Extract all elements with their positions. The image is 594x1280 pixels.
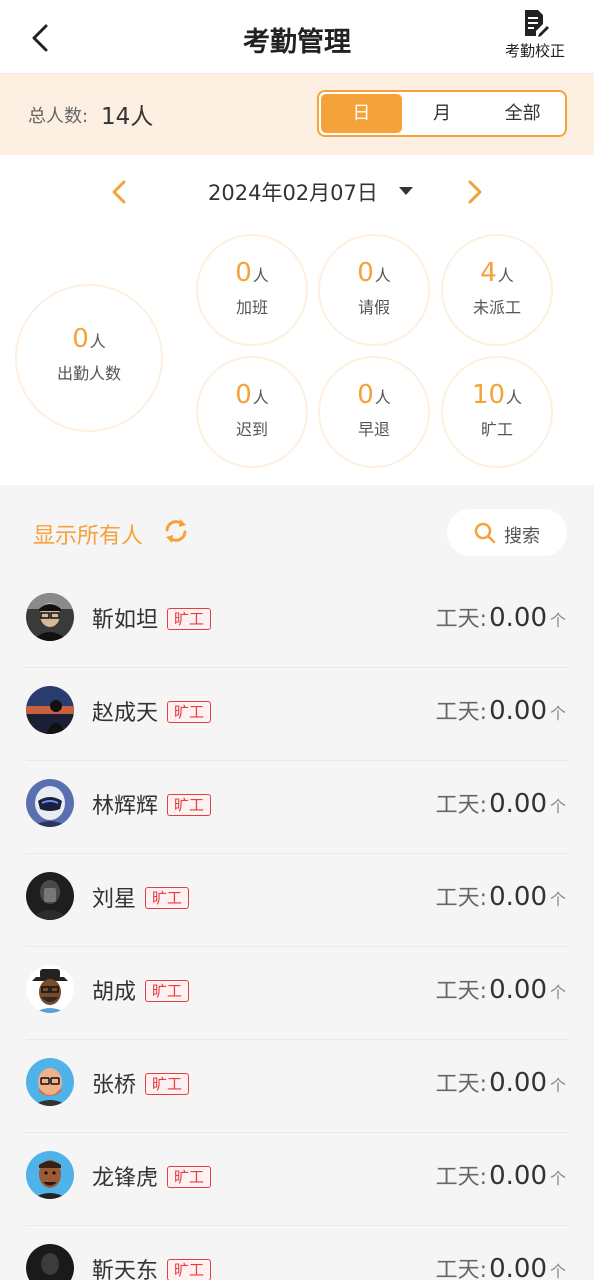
avatar bbox=[26, 1244, 74, 1280]
worker-name: 林辉辉 旷工 bbox=[92, 788, 212, 820]
stat-unassigned[interactable]: 4人 未派工 bbox=[441, 234, 553, 346]
stat-unit: 人 bbox=[252, 388, 269, 407]
worker-name: 靳如坦 旷工 bbox=[92, 602, 212, 634]
avatar bbox=[26, 593, 74, 641]
show-all-toggle[interactable]: 显示所有人 bbox=[33, 518, 143, 550]
list-item[interactable]: 张桥 旷工 工天:0.00 个 bbox=[0, 1040, 594, 1133]
stat-unit: 人 bbox=[252, 266, 269, 285]
stat-label: 旷工 bbox=[480, 420, 513, 439]
worker-name: 龙锋虎 旷工 bbox=[92, 1160, 212, 1192]
worker-name: 赵成天 旷工 bbox=[92, 695, 212, 727]
list-item[interactable]: 靳如坦 旷工 工天:0.00 个 bbox=[0, 575, 594, 668]
work-days: 工天:0.00 个 bbox=[435, 1161, 566, 1191]
work-days: 工天:0.00 个 bbox=[435, 789, 566, 819]
avatar bbox=[26, 1151, 74, 1199]
avatar bbox=[26, 686, 74, 734]
worker-name: 刘星 旷工 bbox=[92, 881, 190, 913]
stat-early-leave[interactable]: 0人 早退 bbox=[318, 356, 430, 468]
list-item[interactable]: 赵成天 旷工 工天:0.00 个 bbox=[0, 668, 594, 761]
stat-late[interactable]: 0人 迟到 bbox=[196, 356, 308, 468]
search-button[interactable]: 搜索 bbox=[447, 509, 567, 556]
period-segmented-control: 日 月 全部 bbox=[317, 90, 567, 137]
stat-value: 10 bbox=[471, 380, 506, 410]
list-item[interactable]: 龙锋虎 旷工 工天:0.00 个 bbox=[0, 1133, 594, 1226]
stat-label: 未派工 bbox=[472, 298, 521, 317]
status-badge: 旷工 bbox=[167, 794, 212, 816]
work-days: 工天:0.00 个 bbox=[435, 1068, 566, 1098]
status-badge: 旷工 bbox=[167, 1166, 212, 1188]
stat-label: 早退 bbox=[357, 420, 390, 439]
worker-list: 靳如坦 旷工 工天:0.00 个 赵成天 旷工 工天:0.00 个 林辉辉 旷工 工天:0… bbox=[0, 575, 594, 1280]
worker-name: 靳天东 旷工 bbox=[92, 1253, 212, 1280]
stat-value: 0 bbox=[357, 258, 374, 288]
status-badge: 旷工 bbox=[145, 980, 190, 1002]
list-item[interactable]: 靳天东 旷工 工天:0.00 个 bbox=[0, 1226, 594, 1280]
status-badge: 旷工 bbox=[145, 1073, 190, 1095]
stat-label: 迟到 bbox=[235, 420, 268, 439]
attendance-correct-label: 考勤校正 bbox=[504, 42, 565, 60]
stat-value: 0 bbox=[72, 324, 89, 354]
header-bar: 考勤管理 考勤校正 bbox=[0, 0, 594, 74]
filter-row: 显示所有人 搜索 bbox=[0, 485, 594, 575]
status-badge: 旷工 bbox=[167, 608, 212, 630]
refresh-icon[interactable] bbox=[161, 516, 191, 546]
summary-bar: 总人数: 14人 日 月 全部 bbox=[0, 74, 594, 155]
work-days: 工天:0.00 个 bbox=[435, 1254, 566, 1280]
edit-document-icon bbox=[525, 10, 549, 37]
search-label: 搜索 bbox=[504, 526, 540, 547]
stat-label: 请假 bbox=[357, 298, 390, 317]
tab-day[interactable]: 日 bbox=[321, 94, 402, 133]
status-badge: 旷工 bbox=[145, 887, 190, 909]
list-item[interactable]: 林辉辉 旷工 工天:0.00 个 bbox=[0, 761, 594, 854]
worker-name: 张桥 旷工 bbox=[92, 1067, 190, 1099]
stat-unit: 人 bbox=[374, 388, 391, 407]
list-item[interactable]: 刘星 旷工 工天:0.00 个 bbox=[0, 854, 594, 947]
stat-unit: 人 bbox=[89, 332, 106, 351]
chevron-right-icon bbox=[468, 180, 482, 204]
stat-absent[interactable]: 10人 旷工 bbox=[441, 356, 553, 468]
stat-unit: 人 bbox=[506, 388, 523, 407]
stats-panel: 2024年02月07日 0人 出勤人数 0人 加班 0人 请假 4人 未派工 0… bbox=[0, 155, 594, 485]
stat-value: 4 bbox=[480, 258, 497, 288]
caret-down-icon[interactable] bbox=[399, 187, 413, 195]
stat-unit: 人 bbox=[497, 266, 514, 285]
date-picker[interactable]: 2024年02月07日 bbox=[208, 177, 378, 207]
list-item[interactable]: 胡成 旷工 工天:0.00 个 bbox=[0, 947, 594, 1040]
tab-all[interactable]: 全部 bbox=[482, 94, 563, 133]
tab-month[interactable]: 月 bbox=[402, 94, 483, 133]
work-days: 工天:0.00 个 bbox=[435, 882, 566, 912]
stat-unit: 人 bbox=[374, 266, 391, 285]
stat-overtime[interactable]: 0人 加班 bbox=[196, 234, 308, 346]
avatar bbox=[26, 872, 74, 920]
avatar bbox=[26, 965, 74, 1013]
stat-value: 0 bbox=[235, 258, 252, 288]
avatar bbox=[26, 779, 74, 827]
stat-label: 加班 bbox=[235, 298, 268, 317]
search-icon bbox=[474, 522, 496, 544]
stat-value: 0 bbox=[235, 380, 252, 410]
previous-date-button[interactable] bbox=[108, 178, 130, 206]
stat-label: 出勤人数 bbox=[56, 364, 121, 383]
total-count-label: 总人数: bbox=[28, 106, 89, 127]
work-days: 工天:0.00 个 bbox=[435, 975, 566, 1005]
avatar bbox=[26, 1058, 74, 1106]
total-count-value: 14人 bbox=[101, 104, 154, 130]
status-badge: 旷工 bbox=[167, 1259, 212, 1280]
status-badge: 旷工 bbox=[167, 701, 212, 723]
next-date-button[interactable] bbox=[464, 178, 486, 206]
chevron-left-icon bbox=[112, 180, 126, 204]
worker-name: 胡成 旷工 bbox=[92, 974, 190, 1006]
stat-leave[interactable]: 0人 请假 bbox=[318, 234, 430, 346]
attendance-correct-button[interactable]: 考勤校正 bbox=[502, 8, 568, 61]
stat-attendance[interactable]: 0人 出勤人数 bbox=[15, 284, 163, 432]
work-days: 工天:0.00 个 bbox=[435, 696, 566, 726]
work-days: 工天:0.00 个 bbox=[435, 603, 566, 633]
stat-value: 0 bbox=[357, 380, 374, 410]
